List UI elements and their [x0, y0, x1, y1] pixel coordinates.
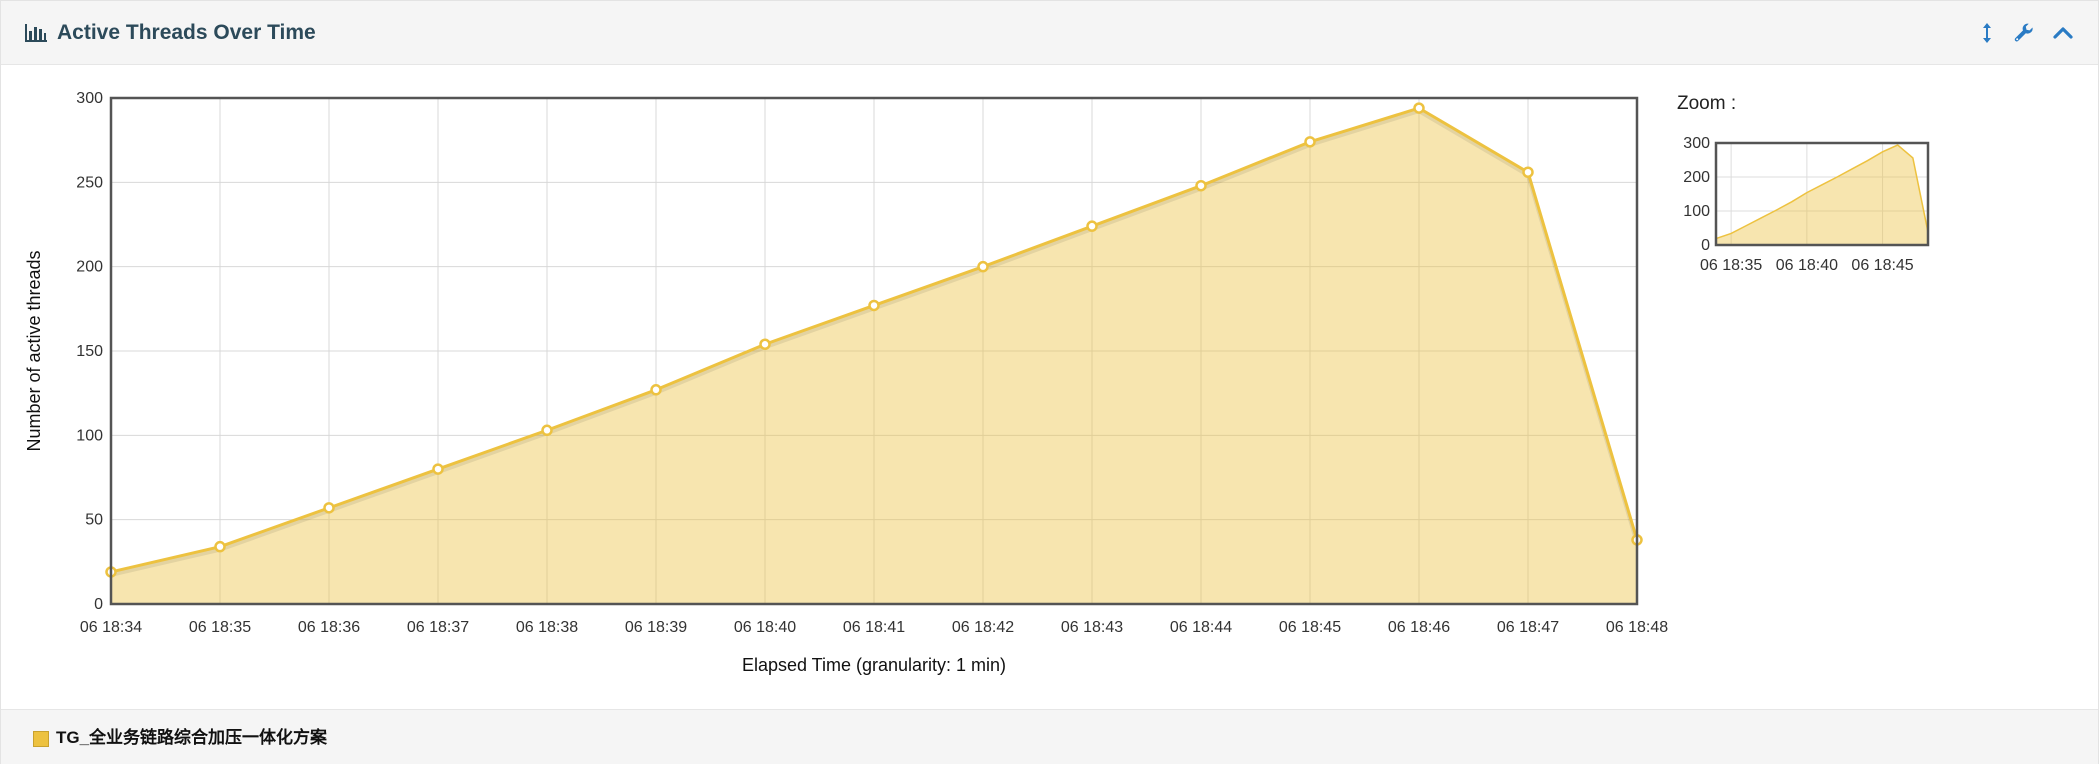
zoom-y-tick-label: 0: [1701, 237, 1710, 254]
data-point: [868, 299, 880, 312]
data-point: [1304, 136, 1316, 148]
x-tick-label: 06 18:43: [1061, 619, 1123, 636]
x-tick-label: 06 18:39: [625, 619, 687, 636]
data-point: [214, 540, 226, 553]
zoom-y-tick-label: 200: [1683, 169, 1710, 186]
x-tick-label: 06 18:38: [516, 619, 578, 636]
x-tick-label: 06 18:40: [734, 619, 796, 636]
x-tick-label: 06 18:37: [407, 619, 469, 636]
x-tick-label: 06 18:41: [843, 619, 905, 636]
chart-area: 0 50 100 150 200 250 300 06 18:34 06 18:35 06 18:…: [1, 65, 2098, 709]
data-point: [759, 338, 771, 351]
y-tick-label: 0: [94, 596, 103, 613]
data-point: [1522, 166, 1534, 178]
resize-vertical-icon[interactable]: [1975, 21, 1999, 45]
y-tick-label: 50: [85, 512, 103, 529]
y-axis-label: Number of active threads: [24, 250, 44, 451]
chart-legend: TG_全业务链路综合加压一体化方案: [1, 709, 2098, 764]
legend-label[interactable]: TG_全业务链路综合加压一体化方案: [56, 727, 327, 749]
zoom-title: Zoom :: [1677, 93, 1736, 114]
data-point: [1413, 102, 1425, 114]
active-threads-chart: 0 50 100 150 200 250 300 06 18:34 06 18:35 06 18:…: [24, 90, 1930, 675]
wrench-icon[interactable]: [2012, 21, 2036, 45]
x-tick-label: 06 18:47: [1497, 619, 1559, 636]
x-tick-label: 06 18:42: [952, 619, 1014, 636]
zoom-y-tick-label: 100: [1683, 203, 1710, 220]
bar-chart-icon: [25, 24, 47, 42]
data-point: [323, 502, 335, 514]
x-axis-label: Elapsed Time (granularity: 1 min): [742, 655, 1006, 675]
zoom-x-tick-label: 06 18:40: [1776, 257, 1838, 274]
zoom-x-tick-label: 06 18:45: [1851, 257, 1913, 274]
y-tick-label: 150: [76, 343, 103, 360]
active-threads-panel: Active Threads Over Time 0 50 100 150 200 250…: [0, 0, 2099, 764]
panel-title: Active Threads Over Time: [57, 21, 316, 44]
data-point: [650, 384, 662, 396]
chevron-up-icon[interactable]: [2051, 21, 2075, 45]
legend-swatch[interactable]: [33, 731, 49, 747]
x-tick-label: 06 18:34: [80, 619, 142, 636]
data-point: [1086, 220, 1098, 232]
data-point: [541, 424, 553, 437]
x-tick-label: 06 18:36: [298, 619, 360, 636]
panel-header: Active Threads Over Time: [1, 1, 2098, 65]
x-tick-label: 06 18:35: [189, 619, 251, 636]
y-tick-label: 100: [76, 427, 103, 444]
x-tick-label: 06 18:46: [1388, 619, 1450, 636]
data-point: [1195, 179, 1207, 192]
zoom-series-area: [1716, 145, 1928, 245]
zoom-x-tick-label: 06 18:35: [1700, 257, 1762, 274]
x-tick-label: 06 18:45: [1279, 619, 1341, 636]
x-tick-label: 06 18:44: [1170, 619, 1232, 636]
data-point: [432, 463, 444, 475]
y-tick-label: 300: [76, 90, 103, 107]
zoom-y-tick-label: 300: [1683, 135, 1710, 152]
y-tick-label: 250: [76, 174, 103, 191]
x-tick-label: 06 18:48: [1606, 619, 1668, 636]
y-tick-label: 200: [76, 259, 103, 276]
data-point: [977, 260, 989, 273]
